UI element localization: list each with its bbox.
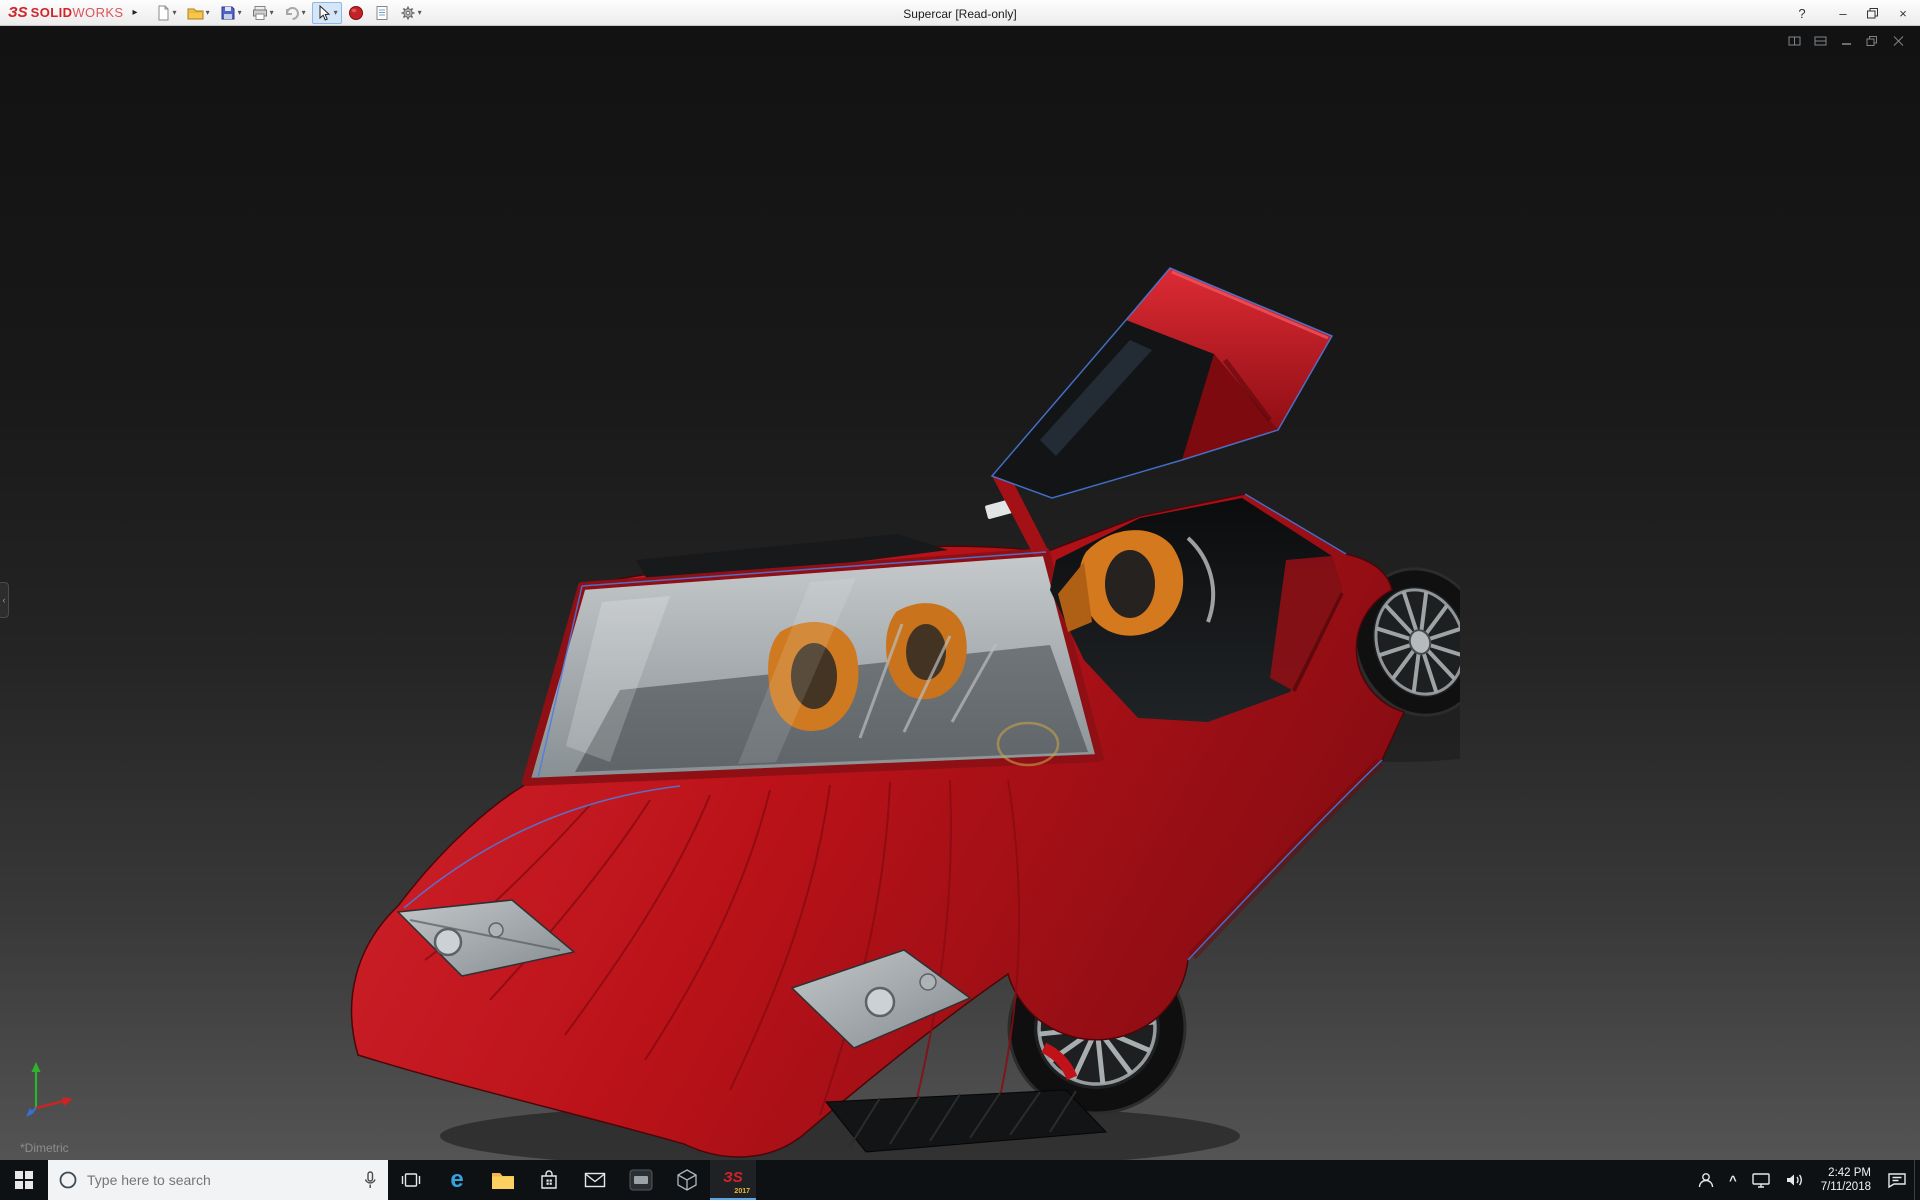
person-icon (1697, 1171, 1715, 1189)
model-restore-button[interactable] (1866, 35, 1880, 47)
store-button[interactable] (526, 1160, 572, 1200)
model-window-controls (1788, 35, 1906, 47)
show-desktop-button[interactable] (1914, 1160, 1920, 1200)
solidworks-mark-icon: ЗS (8, 4, 28, 21)
cube-icon (676, 1168, 698, 1192)
rebuild-button[interactable] (344, 2, 368, 24)
dropdown-caret: ▾ (206, 8, 210, 17)
save-icon (220, 5, 236, 21)
undo-icon (284, 5, 300, 21)
dropdown-caret: ▾ (302, 8, 306, 17)
3d-viewer-button[interactable] (664, 1160, 710, 1200)
new-document-icon (155, 5, 171, 21)
media-app-button[interactable] (618, 1160, 664, 1200)
solidworks-app-icon: ЗS 2017 (718, 1167, 748, 1193)
dropdown-caret: ▾ (418, 8, 422, 17)
dropdown-caret: ▾ (334, 8, 338, 17)
brand-text-works: WORKS (72, 5, 123, 20)
solidworks-logo: ЗS SOLID WORKS (8, 4, 124, 21)
rebuild-icon (348, 5, 364, 21)
solidworks-mark-icon: ЗS (718, 1167, 748, 1189)
select-tool-button[interactable]: ▾ (312, 2, 342, 24)
document-title: Supercar [Read-only] (903, 7, 1016, 21)
file-explorer-button[interactable] (480, 1160, 526, 1200)
tile-vertical-button[interactable] (1788, 35, 1802, 47)
file-properties-button[interactable] (370, 2, 394, 24)
mail-button[interactable] (572, 1160, 618, 1200)
microphone-icon[interactable] (362, 1170, 378, 1190)
edge-button[interactable]: e (434, 1160, 480, 1200)
close-button[interactable]: × (1888, 0, 1918, 26)
help-button[interactable]: ? (1790, 0, 1814, 26)
clock-date: 7/11/2018 (1821, 1180, 1871, 1194)
hidden-icons-button[interactable]: ^ (1722, 1160, 1744, 1200)
action-center-button[interactable] (1880, 1160, 1914, 1200)
cortana-icon (58, 1170, 78, 1190)
restore-icon (1867, 8, 1879, 19)
print-button[interactable]: ▾ (248, 2, 278, 24)
windows-logo-icon (15, 1171, 33, 1189)
start-button[interactable] (0, 1160, 48, 1200)
envelope-icon (584, 1171, 606, 1189)
brand-text-solid: SOLID (31, 5, 73, 20)
clock-time: 2:42 PM (1821, 1166, 1871, 1180)
orientation-label: *Dimetric (20, 1141, 69, 1155)
titlebar: ЗS SOLID WORKS ▸ ▾ ▾ ▾ ▾ ▾ ▾ (0, 0, 1920, 26)
edge-icon: e (450, 1168, 463, 1192)
dropdown-caret: ▾ (270, 8, 274, 17)
taskbar: e ЗS 2017 (0, 1160, 1920, 1200)
system-tray: ^ 2:42 PM 7/11/2018 (1690, 1160, 1920, 1200)
minimize-button[interactable]: – (1828, 0, 1858, 26)
solidworks-app-button[interactable]: ЗS 2017 (710, 1160, 756, 1200)
open-folder-icon (187, 5, 204, 21)
menu-expand-arrow[interactable]: ▸ (133, 7, 138, 18)
dropdown-caret: ▾ (238, 8, 242, 17)
dropdown-caret: ▾ (173, 8, 177, 17)
restore-button[interactable] (1858, 0, 1888, 26)
task-view-button[interactable] (388, 1160, 434, 1200)
chevron-up-icon: ^ (1729, 1173, 1737, 1188)
file-properties-icon (374, 5, 390, 21)
viewport-3d[interactable]: *Dimetric ‹ (0, 26, 1920, 1160)
select-cursor-icon (316, 5, 332, 21)
car-model[interactable] (340, 260, 1460, 1160)
new-document-button[interactable]: ▾ (151, 2, 181, 24)
undo-button[interactable]: ▾ (280, 2, 310, 24)
options-button[interactable]: ▾ (396, 2, 426, 24)
orientation-triad (22, 1058, 76, 1118)
task-view-icon (400, 1169, 422, 1191)
tile-horizontal-button[interactable] (1814, 35, 1828, 47)
print-icon (252, 5, 268, 21)
taskbar-clock[interactable]: 2:42 PM 7/11/2018 (1812, 1166, 1880, 1194)
model-close-button[interactable] (1892, 35, 1906, 47)
network-icon (1751, 1171, 1771, 1189)
folder-icon (491, 1170, 515, 1190)
save-button[interactable]: ▾ (216, 2, 246, 24)
media-app-icon (629, 1168, 653, 1192)
volume-button[interactable] (1778, 1160, 1812, 1200)
network-button[interactable] (1744, 1160, 1778, 1200)
panel-collapse-tab[interactable]: ‹ (0, 582, 9, 618)
speaker-icon (1785, 1171, 1805, 1189)
solidworks-year-badge: 2017 (734, 1188, 750, 1195)
notification-icon (1887, 1171, 1907, 1189)
window-controls: ? – × (1790, 0, 1918, 26)
people-button[interactable] (1690, 1160, 1722, 1200)
windshield[interactable] (526, 552, 1100, 782)
gear-icon (400, 5, 416, 21)
open-button[interactable]: ▾ (183, 2, 214, 24)
model-minimize-button[interactable] (1840, 35, 1854, 47)
shopping-bag-icon (539, 1169, 559, 1191)
taskbar-search[interactable] (48, 1160, 388, 1200)
search-input[interactable] (87, 1172, 353, 1188)
